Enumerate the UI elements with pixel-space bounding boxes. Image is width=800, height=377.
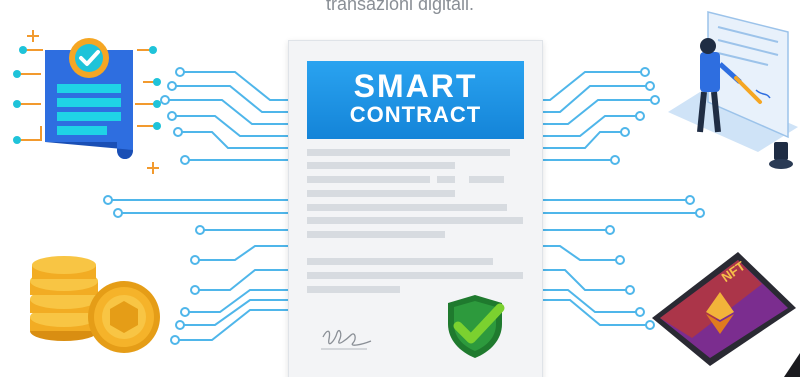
text-line: [307, 217, 523, 224]
contract-document: SMART CONTRACT: [288, 40, 543, 377]
banner-title-line2: CONTRACT: [349, 102, 482, 127]
smart-contract-illustration: transazioni digitali. SMART CONTRACT NFT: [0, 0, 800, 377]
banner-title-line1: SMART: [353, 68, 478, 104]
text-line: [307, 176, 430, 183]
text-line: [437, 176, 455, 183]
signature-icon: [321, 329, 372, 350]
coins-stack-icon: [30, 256, 160, 353]
scroll-checklist-icon: [13, 30, 161, 174]
decorative-corner: [784, 353, 800, 377]
text-line: [469, 176, 504, 183]
developer-laptop-icon: [668, 11, 798, 169]
contract-banner: SMART CONTRACT: [307, 61, 524, 139]
text-line: [307, 258, 493, 265]
text-line: [307, 190, 455, 197]
text-line: [307, 162, 455, 169]
text-line: [307, 286, 400, 293]
text-line: [307, 204, 507, 211]
shield-check-icon: [448, 295, 505, 358]
text-line: [307, 149, 510, 156]
text-line: [307, 231, 445, 238]
text-line: [307, 272, 523, 279]
